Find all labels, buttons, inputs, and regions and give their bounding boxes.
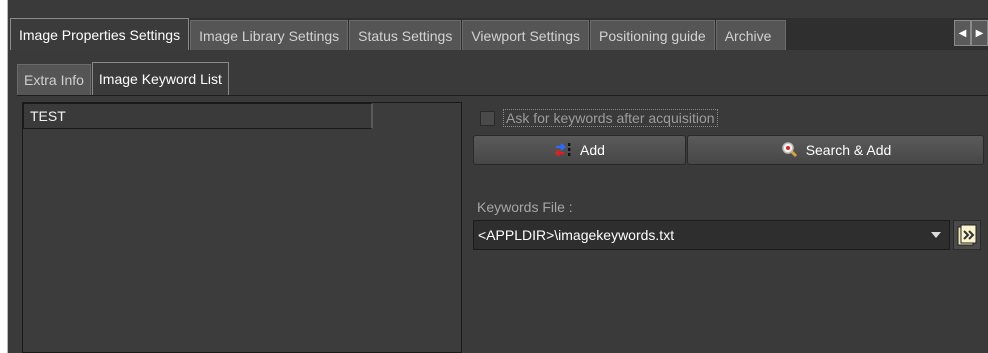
keywords-file-label: Keywords File : [477,199,573,215]
triangle-right-icon: ▶ [975,27,984,39]
tab-scroll-left-button[interactable]: ◀ [954,20,971,46]
chevron-down-icon[interactable] [931,232,941,238]
main-tab-bar: Image Properties Settings Image Library … [10,18,988,50]
keyword-list-item[interactable]: TEST [23,103,373,129]
add-keyword-button[interactable]: Add [473,135,686,165]
folder-browse-icon [957,224,977,246]
browse-keywords-file-button[interactable] [953,220,981,250]
tab-positioning-guide[interactable]: Positioning guide [590,20,715,50]
ask-keywords-label: Ask for keywords after acquisition [503,109,718,127]
tab-scroll-buttons: ◀ ▶ [954,20,988,46]
tab-image-keyword-list[interactable]: Image Keyword List [91,62,229,95]
tab-content-divider [17,95,988,96]
tab-archive[interactable]: Archive [715,20,786,50]
sub-tab-bar: Extra Info Image Keyword List [17,62,230,95]
keyword-list[interactable]: TEST [22,102,462,353]
ask-keywords-option[interactable]: Ask for keywords after acquisition [480,109,718,127]
tab-image-properties-settings[interactable]: Image Properties Settings [10,18,190,50]
tab-scroll-right-button[interactable]: ▶ [971,20,988,46]
tab-viewport-settings[interactable]: Viewport Settings [462,20,590,50]
tab-status-settings[interactable]: Status Settings [349,20,462,50]
tab-image-library-settings[interactable]: Image Library Settings [190,20,349,50]
search-and-add-button-label: Search & Add [805,142,892,158]
ask-keywords-checkbox[interactable] [480,110,495,126]
add-arrows-icon [554,143,571,157]
magnifier-icon [781,142,797,158]
triangle-left-icon: ◀ [958,27,967,39]
tab-extra-info[interactable]: Extra Info [17,64,91,95]
search-and-add-button[interactable]: Search & Add [687,135,984,165]
keywords-file-value: <APPLDIR>\imagekeywords.txt [478,227,675,243]
add-button-label: Add [580,142,605,158]
keywords-file-select[interactable]: <APPLDIR>\imagekeywords.txt [473,220,950,250]
